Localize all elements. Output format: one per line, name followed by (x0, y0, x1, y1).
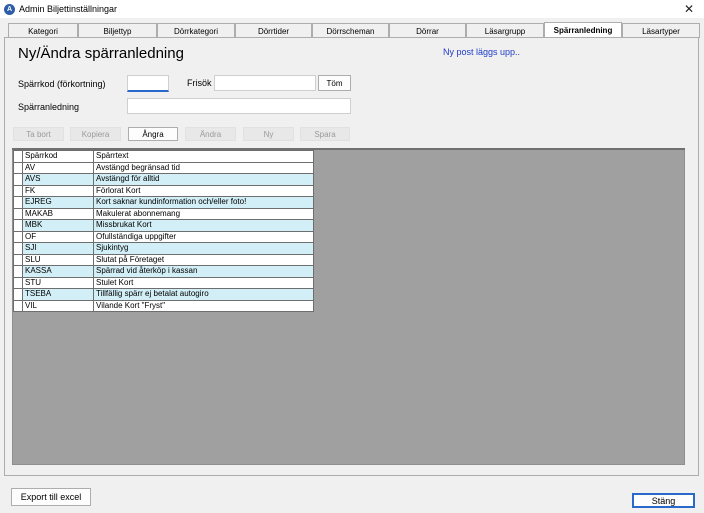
row-selector[interactable] (13, 173, 23, 186)
table-row[interactable]: STU Stulet Kort (13, 276, 314, 289)
app-logo-icon: A (4, 3, 15, 15)
row-selector[interactable] (13, 299, 23, 312)
search-input[interactable] (214, 75, 316, 91)
row-text[interactable]: Avstängd för alltid (93, 173, 314, 186)
row-code[interactable]: TSEBA (22, 288, 94, 301)
window-title: Admin Biljettinställningar (19, 4, 118, 14)
row-text[interactable]: Avstängd begränsad tid (93, 161, 314, 174)
row-code[interactable]: KASSA (22, 265, 94, 278)
row-text[interactable]: Sjukintyg (93, 242, 314, 255)
row-code[interactable]: OF (22, 230, 94, 243)
code-label: Spärrkod (förkortning) (18, 79, 106, 89)
reason-input[interactable] (127, 98, 351, 114)
new-button[interactable]: Ny (243, 127, 294, 141)
row-selector[interactable] (13, 184, 23, 197)
page-title: Ny/Ändra spärranledning (18, 45, 184, 62)
row-text[interactable]: Missbrukat Kort (93, 219, 314, 232)
table-row[interactable]: FK Förlorat Kort (13, 184, 314, 197)
title-bar: A Admin Biljettinställningar ✕ (0, 0, 704, 18)
data-grid: Spärrkod Spärrtext AV Avstängd begränsad… (13, 150, 314, 312)
column-header-code[interactable]: Spärrkod (22, 150, 94, 163)
row-selector[interactable] (13, 219, 23, 232)
table-row[interactable]: TSEBA Tillfällig spärr ej betalat autogi… (13, 288, 314, 301)
tab-dorrkategori[interactable]: Dörrkategori (157, 23, 235, 38)
table-row[interactable]: SLU Slutat på Företaget (13, 253, 314, 266)
row-selector[interactable] (13, 196, 23, 209)
row-code[interactable]: SJI (22, 242, 94, 255)
grid-header-row: Spärrkod Spärrtext (13, 150, 314, 163)
tab-kategori[interactable]: Kategori (8, 23, 78, 38)
close-button[interactable]: Stäng (632, 493, 695, 508)
row-code[interactable]: SLU (22, 253, 94, 266)
table-row[interactable]: SJI Sjukintyg (13, 242, 314, 255)
row-selector[interactable] (13, 242, 23, 255)
table-row[interactable]: AVS Avstängd för alltid (13, 173, 314, 186)
tab-biljettyp[interactable]: Biljettyp (78, 23, 157, 38)
row-text[interactable]: Makulerat abonnemang (93, 207, 314, 220)
row-text[interactable]: Tillfällig spärr ej betalat autogiro (93, 288, 314, 301)
row-selector[interactable] (13, 265, 23, 278)
row-text[interactable]: Slutat på Företaget (93, 253, 314, 266)
edit-button[interactable]: Ändra (185, 127, 236, 141)
row-text[interactable]: Stulet Kort (93, 276, 314, 289)
status-note: Ny post läggs upp.. (443, 47, 521, 57)
row-code[interactable]: AVS (22, 173, 94, 186)
row-code[interactable]: MAKAB (22, 207, 94, 220)
row-code[interactable]: FK (22, 184, 94, 197)
close-icon[interactable]: ✕ (682, 1, 696, 17)
row-code[interactable]: VIL (22, 299, 94, 312)
row-code[interactable]: EJREG (22, 196, 94, 209)
row-selector[interactable] (13, 161, 23, 174)
tab-strip: Kategori Biljettyp Dörrkategori Dörrtide… (8, 22, 700, 38)
tab-dorrar[interactable]: Dörrar (389, 23, 466, 38)
tab-dorrscheman[interactable]: Dörrscheman (312, 23, 389, 38)
row-code[interactable]: MBK (22, 219, 94, 232)
table-row[interactable]: VIL Vilande Kort "Fryst" (13, 299, 314, 312)
column-header-text[interactable]: Spärrtext (93, 150, 314, 163)
export-excel-button[interactable]: Export till excel (11, 488, 91, 506)
search-label: Frisök (187, 78, 212, 88)
table-row[interactable]: MBK Missbrukat Kort (13, 219, 314, 232)
row-selector[interactable] (13, 276, 23, 289)
undo-button[interactable]: Ångra (128, 127, 178, 141)
table-row[interactable]: AV Avstängd begränsad tid (13, 161, 314, 174)
code-input[interactable] (127, 75, 169, 92)
tab-lasartyper[interactable]: Läsartyper (622, 23, 700, 38)
row-code[interactable]: STU (22, 276, 94, 289)
row-code[interactable]: AV (22, 161, 94, 174)
table-row[interactable]: EJREG Kort saknar kundinformation och/el… (13, 196, 314, 209)
row-selector[interactable] (13, 253, 23, 266)
row-selector[interactable] (13, 230, 23, 243)
row-selector[interactable] (13, 288, 23, 301)
reason-label: Spärranledning (18, 102, 80, 112)
save-button[interactable]: Spara (300, 127, 350, 141)
row-text[interactable]: Ofullständiga uppgifter (93, 230, 314, 243)
tab-lasargrupp[interactable]: Läsargrupp (466, 23, 544, 38)
clear-button[interactable]: Töm (318, 75, 351, 91)
tab-dorrtider[interactable]: Dörrtider (235, 23, 312, 38)
table-row[interactable]: KASSA Spärrad vid återköp i kassan (13, 265, 314, 278)
row-text[interactable]: Spärrad vid återköp i kassan (93, 265, 314, 278)
row-text[interactable]: Förlorat Kort (93, 184, 314, 197)
row-text[interactable]: Kort saknar kundinformation och/eller fo… (93, 196, 314, 209)
row-header-corner[interactable] (13, 150, 23, 163)
delete-button[interactable]: Ta bort (13, 127, 64, 141)
tab-sparranledning[interactable]: Spärranledning (544, 22, 622, 38)
table-row[interactable]: MAKAB Makulerat abonnemang (13, 207, 314, 220)
copy-button[interactable]: Kopiera (70, 127, 121, 141)
row-selector[interactable] (13, 207, 23, 220)
table-row[interactable]: OF Ofullständiga uppgifter (13, 230, 314, 243)
row-text[interactable]: Vilande Kort "Fryst" (93, 299, 314, 312)
